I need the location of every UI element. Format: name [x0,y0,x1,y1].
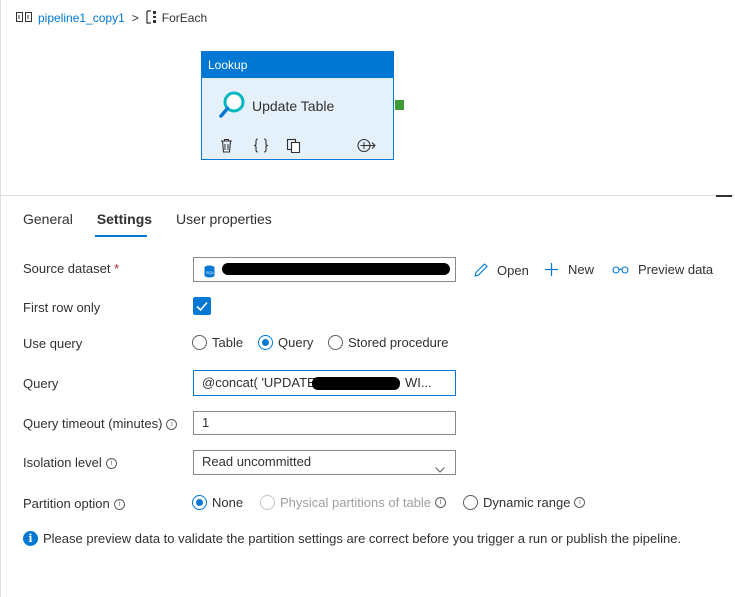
pipeline-icon [16,11,32,26]
info-icon[interactable]: i [105,458,117,469]
isolation-level-label: Isolation level i [23,455,117,470]
success-output-port[interactable] [395,100,404,110]
radio-dynamic-range[interactable] [463,495,478,510]
sql-dataset-icon: SQL [204,263,215,285]
radio-physical-partitions-label: Physical partitions of table [280,495,432,510]
radio-query-label: Query [278,335,314,350]
preview-data-button[interactable]: Preview data [612,262,713,277]
first-row-only-label: First row only [23,300,101,315]
partition-dynamic-range-option[interactable]: Dynamic range i [463,495,586,510]
glasses-icon [612,265,629,275]
tab-settings[interactable]: Settings [97,211,152,227]
svg-text:SQL: SQL [206,270,215,275]
lookup-icon [218,90,246,123]
checkmark-icon [196,301,208,312]
panel-divider[interactable] [1,195,735,196]
radio-query[interactable] [258,335,273,350]
radio-none-label: None [212,495,244,510]
partition-info-note: i Please preview data to validate the pa… [23,531,681,546]
query-value-prefix: @concat( 'UPDATE [202,375,316,390]
use-query-label: Use query [23,336,83,351]
query-input[interactable]: @concat( 'UPDATE WI... [193,370,456,396]
open-dataset-button[interactable]: Open [473,262,529,278]
tab-user-properties[interactable]: User properties [176,211,272,227]
chevron-down-icon [435,458,445,480]
use-query-table-option[interactable]: Table [192,335,243,350]
redacted-dataset-name [222,263,450,275]
active-tab-indicator [95,235,147,237]
delete-icon[interactable] [220,138,233,156]
preview-data-label: Preview data [638,262,714,277]
new-label: New [568,262,595,277]
breadcrumb-current: ForEach [161,11,208,25]
source-dataset-label: Source dataset * [23,261,119,276]
redacted-query-text [312,377,400,390]
code-icon[interactable] [253,138,269,156]
activity-type-header: Lookup [202,52,393,78]
radio-physical-partitions [260,495,275,510]
isolation-level-label-text: Isolation level [23,455,102,470]
query-timeout-input[interactable]: 1 [193,411,456,435]
query-label: Query [23,376,59,391]
partition-none-option[interactable]: None [192,495,243,510]
info-note-text: Please preview data to validate the part… [43,531,682,546]
radio-table-label: Table [212,335,244,350]
info-icon[interactable]: i [435,497,447,508]
pencil-icon [473,262,489,278]
open-label: Open [497,262,529,278]
info-icon[interactable]: i [113,499,125,510]
partition-physical-option: Physical partitions of table i [260,495,447,510]
foreach-icon [146,9,158,27]
radio-table[interactable] [192,335,207,350]
isolation-level-value: Read uncommitted [202,454,312,469]
activity-name: Update Table [252,98,335,114]
required-marker: * [114,261,120,276]
breadcrumb-separator: > [131,11,139,25]
breadcrumb: pipeline1_copy1 > ForEach [16,9,208,27]
use-query-query-option[interactable]: Query [258,335,313,350]
query-timeout-label-text: Query timeout (minutes) [23,416,163,431]
lookup-activity-node[interactable]: Lookup Update Table [201,51,394,160]
query-timeout-value: 1 [202,415,210,430]
info-filled-icon: i [23,531,38,546]
properties-tabs: General Settings User properties [23,211,296,227]
query-timeout-label: Query timeout (minutes) i [23,416,178,431]
add-output-icon[interactable] [356,138,376,156]
new-dataset-button[interactable]: New [544,262,594,277]
radio-none[interactable] [192,495,207,510]
tab-general[interactable]: General [23,211,73,227]
partition-option-label-text: Partition option [23,496,110,511]
source-dataset-label-text: Source dataset [23,261,111,276]
query-value-suffix: WI... [405,375,432,390]
radio-stored-procedure-label: Stored procedure [348,335,449,350]
breadcrumb-pipeline-link[interactable]: pipeline1_copy1 [38,11,125,25]
plus-icon [544,262,559,277]
first-row-only-checkbox[interactable] [193,297,211,315]
use-query-stored-procedure-option[interactable]: Stored procedure [328,335,448,350]
radio-stored-procedure[interactable] [328,335,343,350]
isolation-level-select[interactable]: Read uncommitted [193,450,456,475]
source-dataset-select[interactable]: SQL [193,257,456,282]
copy-icon[interactable] [286,138,301,156]
partition-option-label: Partition option i [23,496,125,511]
radio-dynamic-range-label: Dynamic range [483,495,571,510]
info-icon[interactable]: i [574,497,586,508]
info-icon[interactable]: i [166,419,178,430]
collapse-handle[interactable] [716,195,732,197]
